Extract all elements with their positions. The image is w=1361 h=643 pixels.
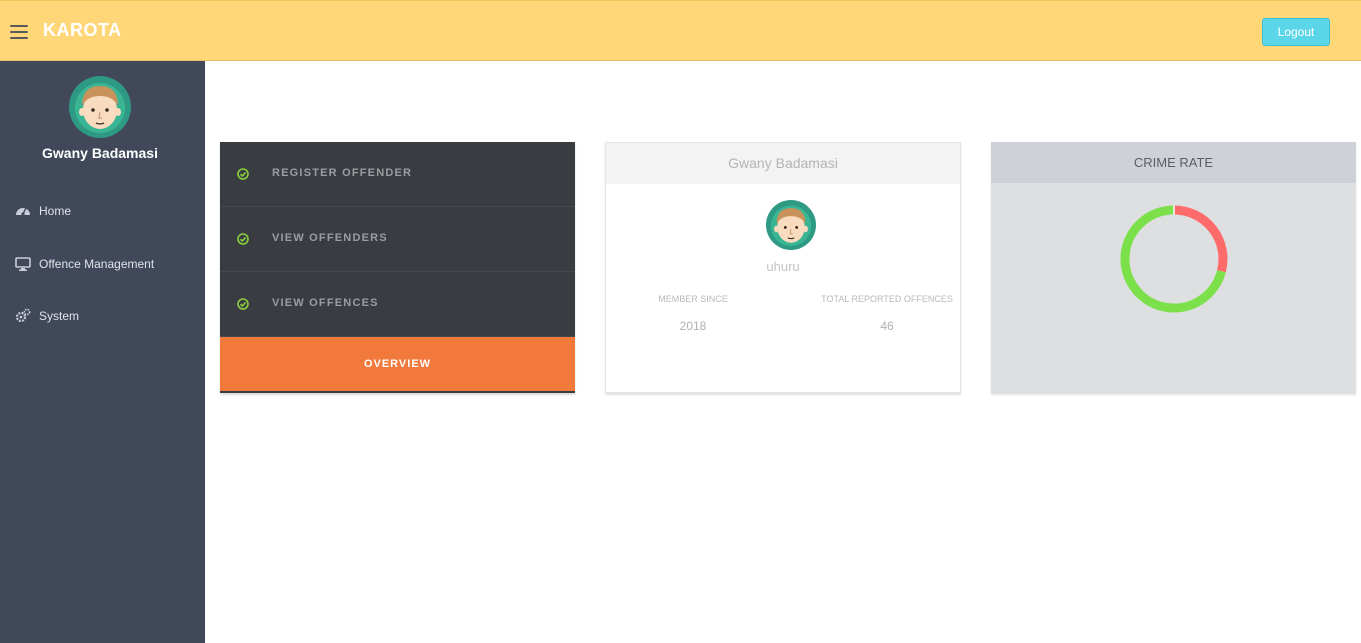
offences-value: 46 xyxy=(880,319,894,333)
check-circle-icon xyxy=(237,168,249,180)
crime-rate-card: CRIME RATE xyxy=(991,142,1356,393)
check-circle-icon xyxy=(237,298,249,310)
top-bar: KAROTA Logout xyxy=(0,0,1361,61)
menu-item-label: VIEW OFFENDERS xyxy=(272,232,388,244)
monitor-icon xyxy=(15,257,31,271)
profile-avatar xyxy=(766,200,816,250)
view-offenders-link[interactable]: VIEW OFFENDERS xyxy=(220,207,575,272)
user-avatar xyxy=(69,76,131,138)
sidebar-item-label: System xyxy=(39,309,80,323)
dashboard-icon xyxy=(16,207,30,216)
member-since-value: 2018 xyxy=(679,319,707,333)
sidebar-item-label: Offence Management xyxy=(39,257,155,271)
action-menu: REGISTER OFFENDER VIEW OFFENDERS VIEW OF… xyxy=(220,142,575,393)
sidebar: Gwany Badamasi Home Offence Management S… xyxy=(0,61,205,643)
register-offender-link[interactable]: REGISTER OFFENDER xyxy=(220,142,575,207)
menu-item-label: REGISTER OFFENDER xyxy=(272,167,413,179)
overview-button[interactable]: OVERVIEW xyxy=(220,337,575,391)
menu-toggle-icon[interactable] xyxy=(10,25,28,39)
profile-username: uhuru xyxy=(766,259,800,274)
donut-slice-0 xyxy=(1173,205,1228,273)
sidebar-item-label: Home xyxy=(39,204,72,218)
profile-card-title: Gwany Badamasi xyxy=(606,143,960,184)
crime-rate-title: CRIME RATE xyxy=(991,142,1356,183)
offences-label: TOTAL REPORTED OFFENCES xyxy=(821,294,953,304)
view-offences-link[interactable]: VIEW OFFENCES xyxy=(220,272,575,337)
sidebar-user-name: Gwany Badamasi xyxy=(42,145,158,161)
cogs-icon xyxy=(15,308,31,323)
member-since-label: MEMBER SINCE xyxy=(658,294,728,304)
check-circle-icon xyxy=(237,233,249,245)
brand-title: KAROTA xyxy=(43,20,122,40)
logout-button[interactable]: Logout xyxy=(1262,18,1330,46)
profile-card: Gwany Badamasi uhuru MEMBER SINCE 2018 T… xyxy=(605,142,961,393)
menu-item-label: VIEW OFFENCES xyxy=(272,297,379,309)
crime-rate-donut-chart xyxy=(1120,205,1228,313)
